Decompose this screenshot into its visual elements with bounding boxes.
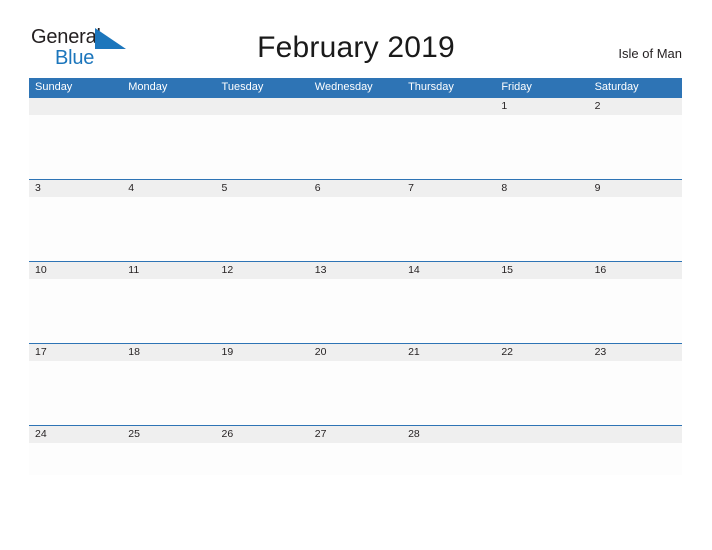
week-event-band — [29, 279, 682, 343]
day-number[interactable]: 23 — [589, 344, 682, 361]
day-cell[interactable] — [29, 197, 122, 261]
calendar-week-row: 10 11 12 13 14 15 16 — [29, 261, 682, 343]
day-cell[interactable] — [589, 115, 682, 179]
day-cell[interactable] — [122, 115, 215, 179]
day-cell[interactable] — [122, 443, 215, 507]
day-cell[interactable] — [309, 443, 402, 507]
day-cell[interactable] — [29, 115, 122, 179]
day-cell[interactable] — [589, 279, 682, 343]
day-cell[interactable] — [495, 361, 588, 425]
week-date-band: 10 11 12 13 14 15 16 — [29, 261, 682, 279]
week-event-band — [29, 361, 682, 425]
day-number[interactable]: 16 — [589, 262, 682, 279]
day-cell[interactable] — [495, 279, 588, 343]
day-number[interactable]: 28 — [402, 426, 495, 443]
weekday-header-wednesday: Wednesday — [314, 81, 373, 93]
day-cell[interactable] — [29, 361, 122, 425]
page-header: General Blue February 2019 Isle of Man — [0, 0, 712, 78]
week-event-band — [29, 443, 682, 475]
week-date-band: 3 4 5 6 7 8 9 — [29, 179, 682, 197]
day-cell[interactable] — [216, 197, 309, 261]
day-number[interactable]: 9 — [589, 180, 682, 197]
day-number[interactable]: 3 — [29, 180, 122, 197]
day-number[interactable]: 21 — [402, 344, 495, 361]
day-cell[interactable] — [216, 279, 309, 343]
day-cell[interactable] — [122, 197, 215, 261]
day-number[interactable]: 12 — [216, 262, 309, 279]
day-number[interactable]: 19 — [216, 344, 309, 361]
weekday-header-saturday: Saturday — [594, 81, 639, 93]
day-cell[interactable] — [402, 361, 495, 425]
day-cell[interactable] — [309, 115, 402, 179]
day-number[interactable]: 14 — [402, 262, 495, 279]
day-cell[interactable] — [402, 279, 495, 343]
day-cell[interactable] — [402, 443, 495, 507]
day-number[interactable]: 20 — [309, 344, 402, 361]
week-date-band: 17 18 19 20 21 22 23 — [29, 343, 682, 361]
day-cell[interactable] — [216, 115, 309, 179]
day-number[interactable]: 24 — [29, 426, 122, 443]
day-cell[interactable] — [216, 361, 309, 425]
weekday-header-monday: Monday — [128, 81, 168, 93]
region-label: Isle of Man — [618, 46, 682, 61]
day-cell[interactable] — [122, 361, 215, 425]
day-number[interactable]: 13 — [309, 262, 402, 279]
page-title: February 2019 — [257, 31, 455, 64]
week-date-band: 1 2 — [29, 97, 682, 115]
weekday-header-friday: Friday — [501, 81, 532, 93]
day-cell[interactable] — [589, 361, 682, 425]
day-number[interactable]: 25 — [122, 426, 215, 443]
day-cell[interactable] — [495, 443, 588, 507]
weekday-header-row: Sunday Monday Tuesday Wednesday Thursday… — [29, 78, 682, 97]
calendar-week-row: 1 2 — [29, 97, 682, 179]
day-number[interactable] — [402, 98, 495, 115]
day-number[interactable] — [29, 98, 122, 115]
day-cell[interactable] — [309, 279, 402, 343]
day-cell[interactable] — [309, 361, 402, 425]
day-number[interactable]: 10 — [29, 262, 122, 279]
day-cell[interactable] — [216, 443, 309, 507]
day-cell[interactable] — [495, 115, 588, 179]
day-number[interactable]: 22 — [495, 344, 588, 361]
day-number[interactable]: 26 — [216, 426, 309, 443]
day-cell[interactable] — [29, 443, 122, 507]
day-number[interactable]: 11 — [122, 262, 215, 279]
calendar-week-row: 24 25 26 27 28 — [29, 425, 682, 475]
day-cell[interactable] — [589, 197, 682, 261]
day-number[interactable]: 1 — [495, 98, 588, 115]
calendar-grid: Sunday Monday Tuesday Wednesday Thursday… — [29, 78, 682, 475]
weekday-header-tuesday: Tuesday — [221, 81, 264, 93]
calendar-week-row: 3 4 5 6 7 8 9 — [29, 179, 682, 261]
day-number[interactable] — [122, 98, 215, 115]
day-number[interactable]: 15 — [495, 262, 588, 279]
day-number[interactable]: 2 — [589, 98, 682, 115]
week-event-band — [29, 197, 682, 261]
day-cell[interactable] — [309, 197, 402, 261]
day-number[interactable] — [216, 98, 309, 115]
weekday-header-thursday: Thursday — [408, 81, 454, 93]
day-number[interactable]: 7 — [402, 180, 495, 197]
day-cell[interactable] — [122, 279, 215, 343]
day-number[interactable] — [589, 426, 682, 443]
day-number[interactable]: 27 — [309, 426, 402, 443]
day-cell[interactable] — [29, 279, 122, 343]
week-date-band: 24 25 26 27 28 — [29, 425, 682, 443]
day-cell[interactable] — [589, 443, 682, 507]
day-number[interactable]: 6 — [309, 180, 402, 197]
calendar-week-row: 17 18 19 20 21 22 23 — [29, 343, 682, 425]
day-number[interactable]: 4 — [122, 180, 215, 197]
day-number[interactable] — [309, 98, 402, 115]
day-number[interactable]: 5 — [216, 180, 309, 197]
day-number[interactable]: 18 — [122, 344, 215, 361]
weekday-header-sunday: Sunday — [35, 81, 73, 93]
day-cell[interactable] — [402, 197, 495, 261]
day-number[interactable]: 8 — [495, 180, 588, 197]
day-number[interactable] — [495, 426, 588, 443]
week-event-band — [29, 115, 682, 179]
day-cell[interactable] — [402, 115, 495, 179]
day-cell[interactable] — [495, 197, 588, 261]
day-number[interactable]: 17 — [29, 344, 122, 361]
